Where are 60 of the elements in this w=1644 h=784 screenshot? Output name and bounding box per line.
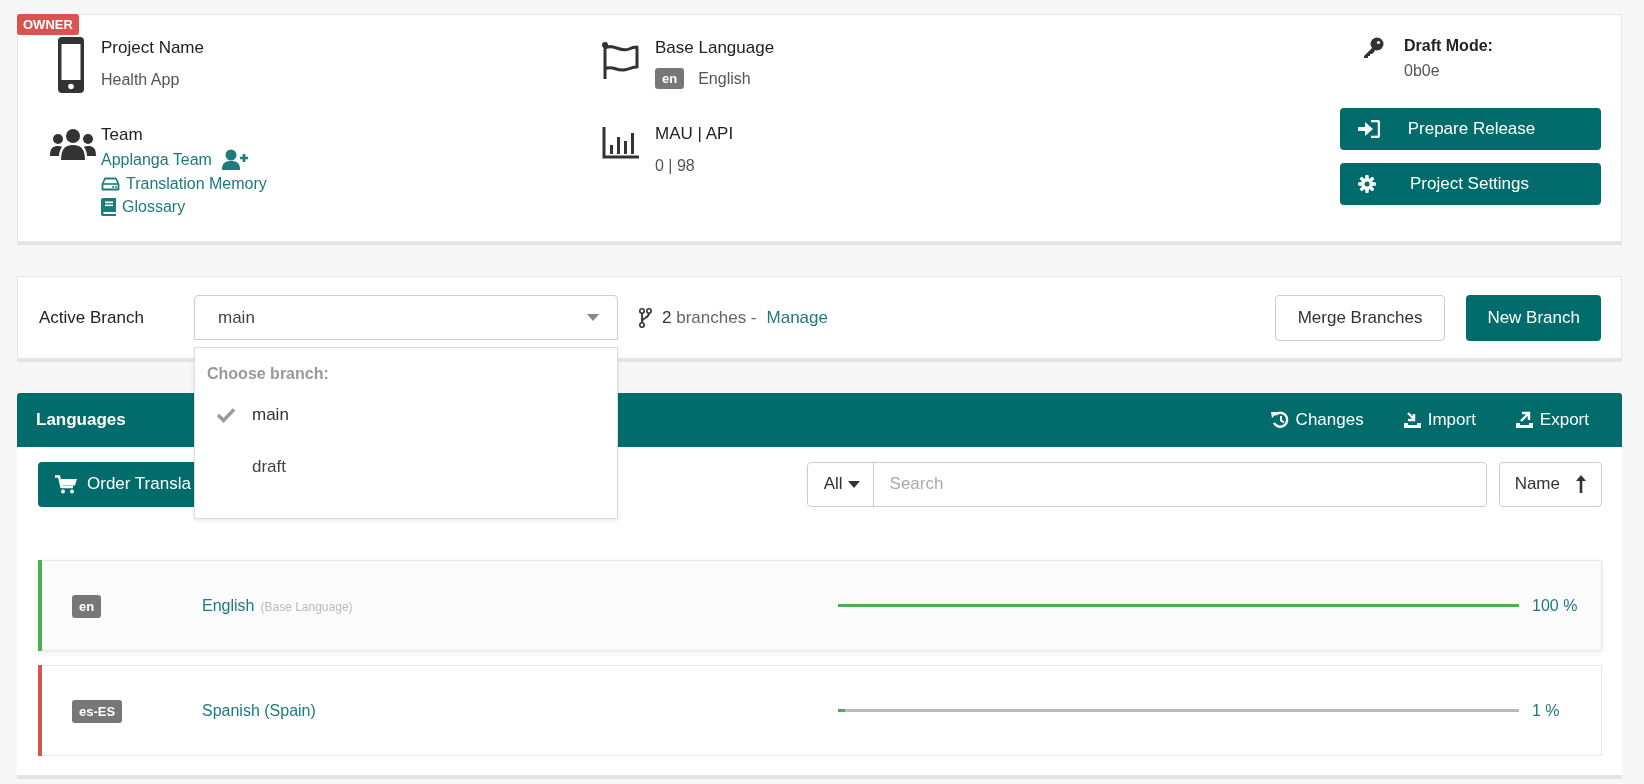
cart-icon — [55, 474, 77, 494]
field-label: Team — [101, 125, 144, 145]
language-name[interactable]: English — [202, 596, 255, 614]
book-icon — [101, 198, 116, 216]
progress-percent: 1 % — [1532, 701, 1560, 720]
draft-mode-label: Draft Mode: — [1404, 37, 1493, 55]
export-icon — [1514, 411, 1534, 429]
import-icon — [1402, 411, 1422, 429]
gear-icon — [1358, 175, 1376, 193]
phone-icon — [58, 37, 84, 93]
draft-mode-code: 0b0e — [1404, 62, 1441, 80]
language-row[interactable]: es-ES Spanish (Spain) 1 % — [38, 665, 1602, 756]
caret-icon — [587, 314, 599, 321]
base-language-note: (Base Language) — [260, 599, 353, 614]
history-link[interactable]: Changes — [1270, 410, 1364, 430]
add-user-icon — [221, 149, 249, 170]
sort-arrow-icon — [1576, 475, 1586, 493]
glossary-link[interactable]: Glossary — [122, 198, 186, 216]
language-name[interactable]: Spanish (Spain) — [202, 701, 316, 719]
language-row[interactable]: en English (Base Language) 100 % — [38, 560, 1602, 651]
branch-count: 2 branches - — [662, 307, 757, 328]
manage-link[interactable]: Manage — [766, 307, 828, 328]
memory-link[interactable]: Translation Memory — [126, 175, 267, 193]
bar-chart-icon — [602, 127, 640, 159]
usage-value: 0 | 98 — [655, 157, 696, 175]
panel-title: Languages — [36, 410, 126, 430]
flag-icon — [602, 41, 640, 81]
active-branch-label: Active Branch — [39, 307, 145, 328]
merge-branches-button[interactable]: Merge Branches — [1274, 294, 1446, 341]
key-icon — [1362, 37, 1384, 59]
sign-in-icon — [1358, 120, 1380, 138]
branch-icon — [639, 307, 652, 328]
search-field[interactable]: All Search — [806, 461, 1487, 507]
field-label: Base Language — [655, 38, 775, 58]
field-label: Project Name — [101, 38, 204, 58]
menu-heading: Choose branch: — [207, 365, 330, 383]
filter-dropdown[interactable]: All — [807, 462, 874, 506]
new-branch-button[interactable]: New Branch — [1466, 294, 1601, 341]
check-icon — [216, 407, 236, 423]
owner-badge: OWNER — [17, 14, 79, 35]
base-language: English — [698, 69, 751, 88]
team-link[interactable]: Applanga Team — [101, 150, 212, 169]
sort-button[interactable]: Name — [1498, 461, 1602, 507]
history-icon — [1270, 411, 1290, 429]
project-settings-button[interactable]: Project Settings — [1340, 163, 1601, 205]
import-link[interactable]: Import — [1402, 410, 1476, 430]
prepare-release-button[interactable]: Prepare Release — [1340, 108, 1601, 150]
language-code-badge: en — [72, 594, 102, 618]
branch-select[interactable]: main — [194, 295, 618, 340]
language-code-badge: en — [655, 68, 685, 89]
export-link[interactable]: Export — [1514, 410, 1589, 430]
language-code-badge: es-ES — [72, 699, 123, 723]
caret-icon — [847, 480, 860, 488]
hard-drive-icon — [101, 177, 120, 191]
branch-option[interactable]: main — [207, 389, 605, 441]
branch-option[interactable]: draft — [207, 441, 605, 493]
progress-percent: 100 % — [1532, 596, 1578, 615]
field-label: MAU | API — [655, 124, 734, 144]
users-icon — [50, 128, 96, 160]
project-name: Health App — [101, 71, 181, 89]
